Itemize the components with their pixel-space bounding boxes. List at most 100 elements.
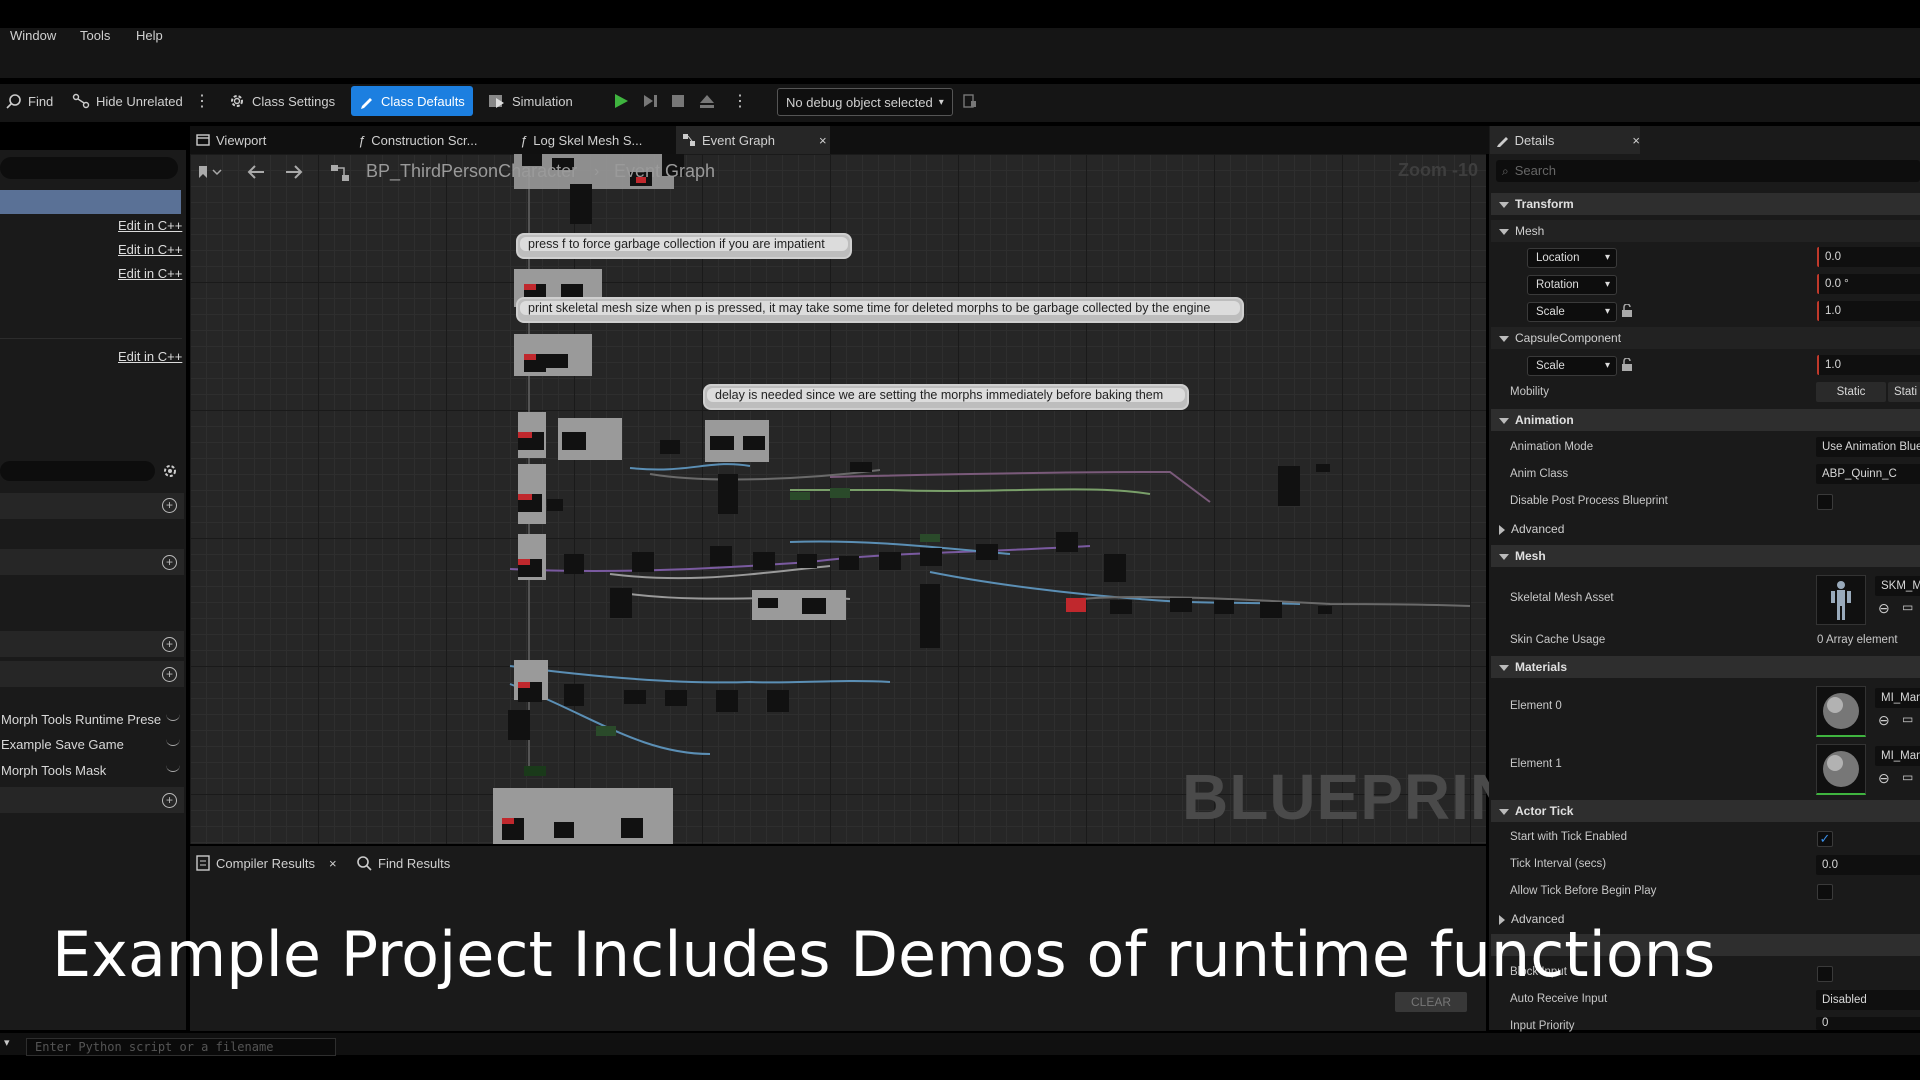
add-variable-icon[interactable]: +: [162, 667, 177, 682]
browse-folder-icon[interactable]: ▭: [1902, 770, 1913, 784]
graphs-section-header[interactable]: [0, 493, 184, 519]
section-mesh[interactable]: Mesh: [1491, 545, 1920, 567]
details-search-input[interactable]: ⌕ Search: [1496, 160, 1920, 182]
material-0-thumbnail[interactable]: [1816, 686, 1866, 737]
close-tab-icon[interactable]: ×: [1632, 133, 1640, 148]
tab-viewport[interactable]: Viewport: [196, 126, 266, 154]
hide-unrelated-button[interactable]: Hide Unrelated: [72, 86, 183, 116]
step-button[interactable]: [642, 86, 660, 116]
browse-folder-icon[interactable]: ▭: [1902, 712, 1913, 726]
material-1-thumbnail[interactable]: [1816, 744, 1866, 795]
comment-bubble[interactable]: delay is needed since we are setting the…: [703, 384, 1189, 410]
auto-receive-input-select[interactable]: Disabled: [1816, 990, 1920, 1010]
comment-bubble[interactable]: press f to force garbage collection if y…: [516, 233, 852, 259]
settings-gear-icon[interactable]: [161, 462, 179, 480]
block-input-checkbox[interactable]: [1817, 966, 1833, 982]
selected-graph-item[interactable]: [0, 190, 181, 214]
breadcrumb-graph[interactable]: Event Graph: [614, 161, 715, 182]
menu-help[interactable]: Help: [136, 28, 163, 43]
class-settings-button[interactable]: Class Settings: [228, 86, 335, 116]
tick-interval-field[interactable]: 0.0: [1816, 855, 1920, 875]
debug-filter-button[interactable]: [962, 86, 978, 116]
tab-construction-script[interactable]: ƒ Construction Scr...: [358, 126, 477, 154]
class-defaults-button[interactable]: Class Defaults: [351, 86, 473, 116]
breadcrumb-blueprint[interactable]: BP_ThirdPersonCharacter: [366, 161, 577, 182]
animation-mode-select[interactable]: Use Animation Blue: [1816, 437, 1920, 457]
section-transform[interactable]: Transform: [1491, 193, 1920, 215]
forward-arrow-icon[interactable]: [284, 164, 304, 180]
tab-compiler-results[interactable]: Compiler Results ×: [196, 852, 337, 874]
start-tick-checkbox[interactable]: ✓: [1817, 831, 1833, 847]
disable-post-process-checkbox[interactable]: [1817, 494, 1833, 510]
lock-icon[interactable]: [1620, 304, 1634, 318]
subsection-advanced[interactable]: Advanced: [1491, 518, 1920, 540]
tab-details[interactable]: Details ×: [1490, 126, 1640, 154]
lock-icon[interactable]: [1620, 358, 1634, 372]
simulation-button[interactable]: Simulation: [488, 86, 573, 116]
tab-find-results[interactable]: Find Results: [356, 852, 450, 874]
add-dispatcher-icon[interactable]: +: [162, 793, 177, 808]
comment-bubble[interactable]: print skeletal mesh size when p is press…: [516, 297, 1244, 323]
anim-class-select[interactable]: ABP_Quinn_C: [1816, 464, 1920, 484]
skeletal-mesh-thumbnail[interactable]: [1816, 575, 1866, 625]
eject-button[interactable]: [698, 86, 716, 116]
use-selected-icon[interactable]: ⊖: [1878, 600, 1890, 617]
variables-search-input[interactable]: [0, 461, 155, 481]
material-1-select[interactable]: MI_Man: [1875, 746, 1920, 766]
rotation-x-field[interactable]: 0.0 °: [1817, 274, 1920, 294]
capsule-scale-dropdown[interactable]: Scale ▾: [1527, 356, 1617, 376]
mobility-stationary-toggle[interactable]: Stati: [1888, 382, 1920, 402]
chevron-down-icon[interactable]: ▾: [4, 1036, 10, 1049]
section-animation[interactable]: Animation: [1491, 409, 1920, 431]
left-search-input[interactable]: [0, 157, 178, 179]
menu-tools[interactable]: Tools: [80, 28, 110, 43]
browse-folder-icon[interactable]: ▭: [1902, 600, 1913, 614]
close-tab-icon[interactable]: ×: [819, 133, 827, 148]
skeletal-mesh-asset-select[interactable]: SKM_M: [1875, 576, 1920, 596]
capsule-scale-x-field[interactable]: 1.0: [1817, 355, 1920, 375]
input-priority-field[interactable]: 0: [1816, 1017, 1920, 1030]
add-macro-icon[interactable]: +: [162, 637, 177, 652]
play-button[interactable]: [612, 86, 630, 116]
back-arrow-icon[interactable]: [246, 164, 266, 180]
edit-in-cpp-link[interactable]: Edit in C++: [118, 266, 182, 281]
event-dispatchers-section-header[interactable]: [0, 787, 184, 813]
tab-log-skel-mesh[interactable]: ƒ Log Skel Mesh S...: [520, 126, 642, 154]
section-actor-tick[interactable]: Actor Tick: [1491, 800, 1920, 822]
menu-window[interactable]: Window: [10, 28, 56, 43]
add-function-icon[interactable]: +: [162, 555, 177, 570]
debug-object-select[interactable]: No debug object selected ▾: [777, 88, 953, 116]
functions-section-header[interactable]: [0, 549, 184, 575]
play-options-icon[interactable]: ⋮: [732, 86, 748, 116]
location-x-field[interactable]: 0.0: [1817, 247, 1920, 267]
macros-section-header[interactable]: [0, 631, 184, 657]
edit-in-cpp-link[interactable]: Edit in C++: [118, 218, 182, 233]
variable-item[interactable]: Example Save Game: [1, 737, 124, 752]
find-button[interactable]: Find: [6, 86, 53, 116]
section-materials[interactable]: Materials: [1491, 656, 1920, 678]
rotation-dropdown[interactable]: Rotation ▾: [1527, 275, 1617, 295]
stop-button[interactable]: [670, 86, 686, 116]
variables-section-header[interactable]: [0, 661, 184, 687]
close-tab-icon[interactable]: ×: [329, 856, 337, 871]
edit-in-cpp-link[interactable]: Edit in C++: [118, 349, 182, 364]
use-selected-icon[interactable]: ⊖: [1878, 770, 1890, 787]
clear-button[interactable]: CLEAR: [1395, 992, 1467, 1012]
subsection-capsule-component[interactable]: CapsuleComponent: [1491, 327, 1920, 349]
use-selected-icon[interactable]: ⊖: [1878, 712, 1890, 729]
allow-tick-checkbox[interactable]: [1817, 884, 1833, 900]
variable-item[interactable]: Morph Tools Runtime Prese: [1, 712, 161, 727]
mobility-static-toggle[interactable]: Static: [1816, 382, 1886, 402]
scale-x-field[interactable]: 1.0: [1817, 301, 1920, 321]
tab-event-graph[interactable]: Event Graph ×: [676, 126, 830, 154]
subsection-mesh[interactable]: Mesh: [1491, 220, 1920, 242]
more-options-icon[interactable]: ⋮: [194, 86, 210, 116]
scale-dropdown[interactable]: Scale ▾: [1527, 302, 1617, 322]
bookmark-icon[interactable]: [197, 164, 227, 180]
python-console-input[interactable]: Enter Python script or a filename: [26, 1038, 336, 1056]
location-dropdown[interactable]: Location ▾: [1527, 248, 1617, 268]
edit-in-cpp-link[interactable]: Edit in C++: [118, 242, 182, 257]
add-graph-icon[interactable]: +: [162, 498, 177, 513]
material-0-select[interactable]: MI_Man: [1875, 688, 1920, 708]
variable-item[interactable]: Morph Tools Mask: [1, 763, 106, 778]
